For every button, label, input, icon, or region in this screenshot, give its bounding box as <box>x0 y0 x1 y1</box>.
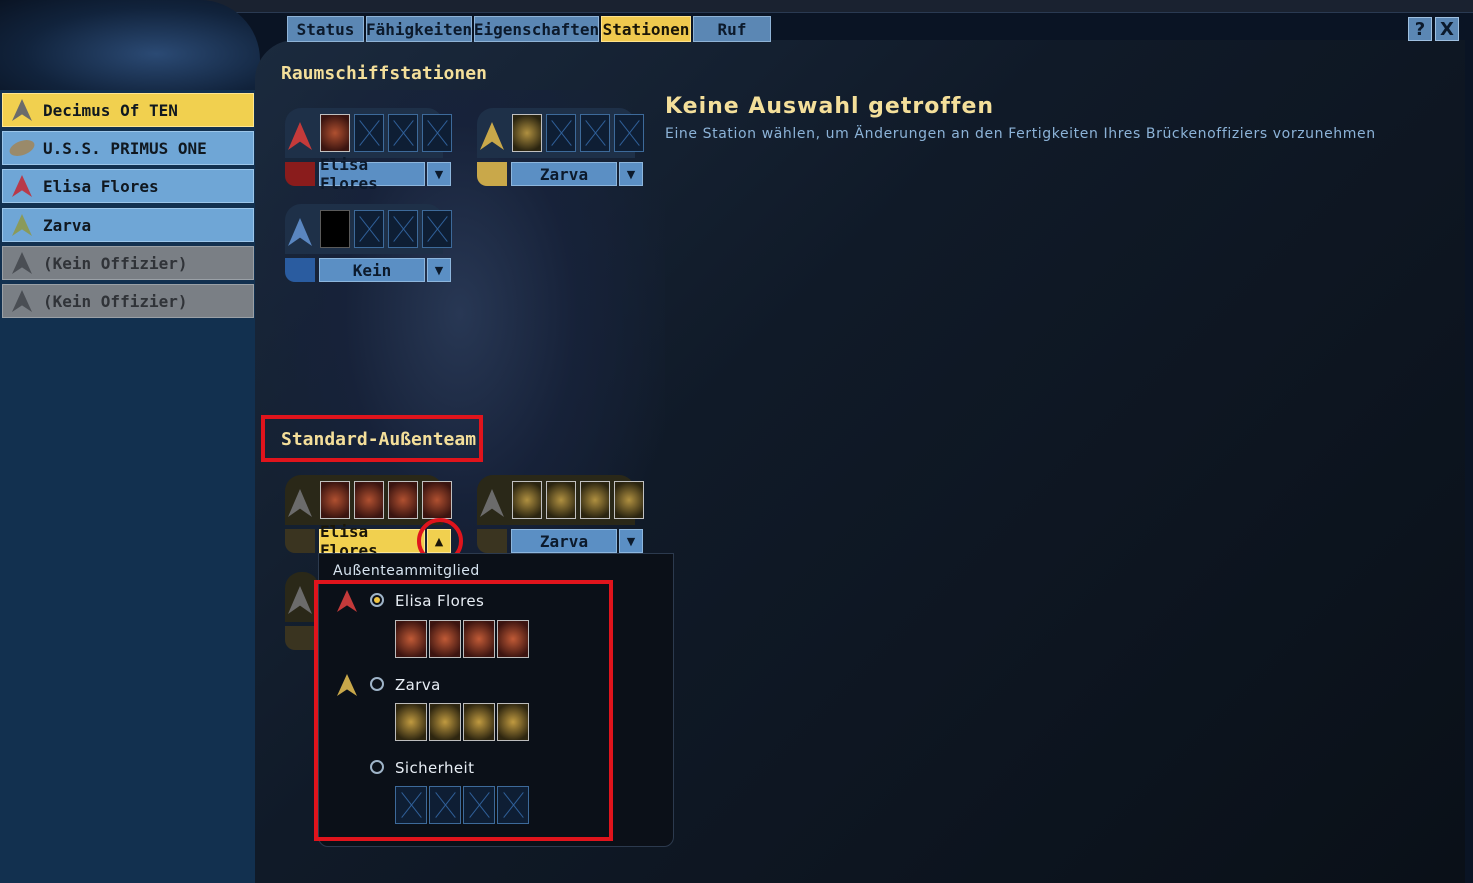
roster-item-label: Decimus Of TEN <box>43 100 178 120</box>
roster-item-label: U.S.S. PRIMUS ONE <box>43 138 207 158</box>
tab-eigenschaften[interactable]: Eigenschaften <box>474 16 599 42</box>
help-button[interactable]: ? <box>1408 17 1432 41</box>
ship-station: Elisa Flores ▼ <box>285 108 455 193</box>
dropdown-header: Außenteammitglied <box>333 563 480 579</box>
empty-rank-icon <box>9 250 35 276</box>
station-color-bar <box>285 529 315 553</box>
ability-slot[interactable] <box>320 481 350 519</box>
officer-select[interactable]: Elisa Flores <box>319 522 425 560</box>
tab-status[interactable]: Status <box>287 16 364 42</box>
ability-slot[interactable] <box>546 114 576 152</box>
science-rank-icon <box>285 218 315 248</box>
tactical-rank-icon <box>285 122 315 152</box>
empty-rank-icon <box>9 288 35 314</box>
away-slot: Zarva ▼ <box>477 475 647 555</box>
ability-slot[interactable] <box>354 481 384 519</box>
ability-slot[interactable] <box>580 114 610 152</box>
station-color-bar <box>477 529 507 553</box>
officer-select[interactable]: Zarva <box>511 529 617 553</box>
roster-item[interactable]: (Kein Offizier) <box>2 246 254 280</box>
roster-item[interactable]: Zarva <box>2 208 254 242</box>
station-color-bar <box>285 258 315 282</box>
selection-description: Eine Station wählen, um Änderungen an de… <box>665 126 1376 142</box>
chevron-down-icon[interactable]: ▼ <box>427 258 451 282</box>
ability-slot[interactable] <box>388 114 418 152</box>
chevron-down-icon[interactable]: ▼ <box>427 162 451 186</box>
ship-station: Zarva ▼ <box>477 108 647 188</box>
ability-slot[interactable] <box>354 114 384 152</box>
ability-slot[interactable] <box>614 114 644 152</box>
ship-stations-title: Raumschiffstationen <box>281 63 487 84</box>
roster-item-label: (Kein Offizier) <box>43 291 188 311</box>
ability-slot[interactable] <box>546 481 576 519</box>
ability-slot[interactable] <box>422 481 452 519</box>
ability-slot[interactable] <box>512 114 542 152</box>
away-rank-icon <box>477 489 507 519</box>
ship-icon <box>7 136 37 160</box>
selection-title: Keine Auswahl getroffen <box>665 94 995 119</box>
station-color-bar <box>285 162 315 186</box>
ability-slot[interactable] <box>512 481 542 519</box>
ability-slot[interactable] <box>388 481 418 519</box>
roster-item-label: Elisa Flores <box>43 176 159 196</box>
away-team-title: Standard-Außenteam <box>281 429 477 450</box>
roster-item[interactable]: U.S.S. PRIMUS ONE <box>2 131 254 165</box>
ability-slot[interactable] <box>614 481 644 519</box>
away-rank-icon <box>285 586 315 616</box>
ship-station: Kein ▼ <box>285 204 455 284</box>
ability-slot[interactable] <box>320 210 350 248</box>
chevron-down-icon[interactable]: ▼ <box>619 529 643 553</box>
away-rank-icon <box>285 489 315 519</box>
station-color-bar <box>477 162 507 186</box>
tab-ruf[interactable]: Ruf <box>693 16 771 42</box>
roster-item[interactable]: Elisa Flores <box>2 169 254 203</box>
highlight-box <box>314 580 613 841</box>
station-color-bar <box>285 626 315 650</box>
roster-item-label: Zarva <box>43 215 92 235</box>
roster-item-label: (Kein Offizier) <box>43 253 188 273</box>
ability-slot[interactable] <box>354 210 384 248</box>
ability-slot[interactable] <box>388 210 418 248</box>
chevron-down-icon[interactable]: ▼ <box>619 162 643 186</box>
tab-bar: Status Fähigkeiten Eigenschaften Station… <box>287 16 771 42</box>
officer-select[interactable]: Kein <box>319 258 425 282</box>
ability-slot[interactable] <box>422 210 452 248</box>
tab-faehigkeiten[interactable]: Fähigkeiten <box>366 16 472 42</box>
ability-slot[interactable] <box>320 114 350 152</box>
engineering-rank-icon <box>477 122 507 152</box>
ability-slot[interactable] <box>422 114 452 152</box>
close-button[interactable]: X <box>1435 17 1459 41</box>
officer-select[interactable]: Zarva <box>511 162 617 186</box>
officer-rank-icon <box>9 212 35 238</box>
captain-rank-icon <box>9 97 35 123</box>
corner-decoration <box>0 0 260 90</box>
officer-select[interactable]: Elisa Flores <box>319 155 425 193</box>
ability-slot[interactable] <box>580 481 610 519</box>
tab-stationen[interactable]: Stationen <box>601 16 691 42</box>
roster-item[interactable]: (Kein Offizier) <box>2 284 254 318</box>
officer-rank-icon <box>9 173 35 199</box>
roster-item[interactable]: Decimus Of TEN <box>2 93 254 127</box>
